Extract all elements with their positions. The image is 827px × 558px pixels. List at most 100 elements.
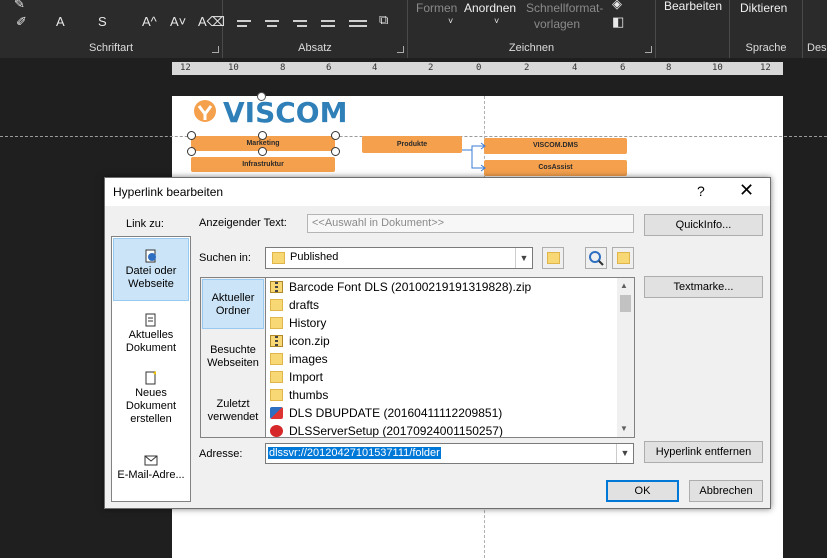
drawing-launcher-icon[interactable] — [645, 46, 652, 53]
ruler-tick: 12 — [180, 63, 191, 73]
scroll-thumb[interactable] — [620, 295, 631, 312]
arrange-button[interactable]: Anordnen — [464, 0, 516, 16]
ruler-tick: 10 — [712, 63, 723, 73]
quick-styles-label-2: vorlagen — [534, 17, 581, 31]
paragraph-launcher-icon[interactable] — [397, 46, 404, 53]
shape-fill-icon[interactable]: ◈ — [612, 0, 622, 12]
edit-button[interactable]: Bearbeiten — [664, 0, 722, 14]
cancel-button[interactable]: Abbrechen — [689, 480, 763, 502]
align-right-icon[interactable] — [293, 20, 307, 22]
list-item[interactable]: icon.zip — [270, 332, 330, 350]
dialog-titlebar[interactable]: Hyperlink bearbeiten ? ✕ — [105, 178, 770, 206]
columns-icon[interactable] — [349, 20, 367, 22]
link-type-file-webpage[interactable]: Datei oder Webseite — [113, 238, 189, 301]
clear-format-icon[interactable]: A⌫ — [198, 14, 225, 30]
help-button[interactable]: ? — [697, 183, 705, 199]
viscom-dms-box[interactable]: VISCOM.DMS — [484, 138, 627, 154]
font-color-icon[interactable]: ✎ — [14, 0, 25, 12]
remove-link-button[interactable]: Hyperlink entfernen — [644, 441, 763, 463]
browse-web-icon[interactable] — [585, 247, 607, 269]
viscom-logo[interactable]: VISCOM — [193, 96, 347, 129]
list-item[interactable]: Barcode Font DLS (20100219191319828).zip — [270, 278, 531, 296]
list-item[interactable]: DLSServerSetup (20170924001150257) — [270, 422, 503, 437]
scroll-up-icon[interactable]: ▲ — [620, 281, 628, 290]
new-document-icon — [145, 371, 156, 385]
font-color-a-icon[interactable]: A — [56, 14, 65, 29]
email-icon — [144, 455, 158, 466]
shapes-button[interactable]: Formen — [416, 0, 457, 16]
shrink-font-icon[interactable]: A˅ — [170, 14, 186, 29]
link-type-email[interactable]: E-Mail-Adre... — [113, 451, 189, 487]
chevron-down-icon[interactable]: ▼ — [616, 444, 633, 463]
resize-handle-icon[interactable] — [258, 147, 267, 156]
connector-arrows — [462, 142, 486, 172]
folder-icon — [270, 389, 283, 401]
resize-handle-icon[interactable] — [331, 147, 340, 156]
ruler-tick: 6 — [326, 63, 332, 73]
infrastruktur-box[interactable]: Infrastruktur — [191, 157, 335, 172]
list-item[interactable]: drafts — [270, 296, 319, 314]
justify-icon[interactable] — [321, 20, 335, 22]
quick-styles-button[interactable]: Schnellformat- — [526, 0, 603, 16]
font-launcher-icon[interactable] — [212, 46, 219, 53]
list-item[interactable]: images — [270, 350, 328, 368]
quickinfo-button[interactable]: QuickInfo... — [644, 214, 763, 236]
dictate-button[interactable]: Diktieren — [740, 0, 787, 16]
grow-font-icon[interactable]: A^ — [142, 14, 157, 29]
font-group: ✎ A S A^ A˅ A⌫ ✐ Schriftart — [0, 0, 225, 58]
drawing-group-label: Zeichnen — [508, 42, 555, 54]
link-type-label: E-Mail-Adre... — [117, 469, 185, 481]
cosassist-box[interactable]: CosAssist — [484, 160, 627, 176]
produkte-box[interactable]: Produkte — [362, 136, 462, 153]
bookmark-button[interactable]: Textmarke... — [644, 276, 763, 298]
address-combobox[interactable]: dlssvr://20120427101537111/folder ▼ — [265, 443, 634, 464]
resize-handle-icon[interactable] — [331, 131, 340, 140]
folder-icon — [272, 252, 285, 264]
resize-handle-icon[interactable] — [187, 131, 196, 140]
list-item[interactable]: History — [270, 314, 326, 332]
navigation-column: Aktueller Ordner Besuchte Webseiten Zule… — [200, 277, 266, 438]
file-webpage-icon — [145, 249, 156, 263]
zip-icon — [270, 335, 283, 347]
search-in-value: Published — [290, 251, 339, 263]
rotate-handle-icon[interactable] — [257, 92, 266, 101]
nav-current-folder[interactable]: Aktueller Ordner — [202, 279, 264, 329]
link-type-new-document[interactable]: Neues Dokument erstellen — [113, 369, 189, 433]
display-text-field[interactable]: <<Auswahl in Dokument>> — [307, 214, 634, 233]
folder-icon — [270, 353, 283, 365]
search-in-select[interactable]: Published ▼ — [265, 247, 533, 269]
ruler-tick: 0 — [476, 63, 482, 73]
nav-recent-files[interactable]: Zuletzt verwendet — [202, 398, 264, 428]
link-type-label: Neues — [135, 387, 167, 399]
list-item[interactable]: thumbs — [270, 386, 328, 404]
address-input[interactable]: dlssvr://20120427101537111/folder — [268, 447, 441, 459]
highlight-icon[interactable]: ✐ — [16, 14, 27, 30]
browse-file-icon[interactable] — [612, 247, 634, 269]
search-in-label: Suchen in: — [199, 252, 251, 264]
paragraph-group: ⧉ Absatz — [223, 0, 408, 58]
close-button[interactable]: ✕ — [739, 180, 754, 201]
ok-button[interactable]: OK — [606, 480, 679, 502]
viscom-logo-icon — [194, 100, 216, 122]
link-type-label: Datei oder — [125, 265, 177, 277]
chevron-down-icon[interactable]: ▼ — [515, 248, 532, 268]
link-type-current-document[interactable]: Aktuelles Dokument — [113, 311, 189, 361]
voice-group: Diktieren Sprache — [730, 0, 803, 58]
file-list[interactable]: Barcode Font DLS (20100219191319828).zip… — [265, 277, 635, 438]
shape-outline-icon[interactable]: ◧ — [612, 14, 624, 30]
strikethrough-icon[interactable]: S — [98, 14, 107, 29]
list-item[interactable]: DLS DBUPDATE (20160411112209851) — [270, 404, 502, 422]
list-item[interactable]: Import — [270, 368, 323, 386]
nav-browsed-pages[interactable]: Besuchte Webseiten — [202, 344, 264, 374]
align-left-icon[interactable] — [237, 20, 251, 22]
align-center-icon[interactable] — [265, 20, 279, 22]
smartart-icon[interactable]: ⧉ — [379, 12, 388, 28]
resize-handle-icon[interactable] — [187, 147, 196, 156]
designer-group-label: Des — [807, 42, 827, 54]
resize-handle-icon[interactable] — [258, 131, 267, 140]
scroll-down-icon[interactable]: ▼ — [620, 424, 628, 433]
up-folder-icon[interactable] — [542, 247, 564, 269]
setup-icon — [270, 425, 283, 437]
file-list-scrollbar[interactable]: ▲ ▼ — [617, 278, 634, 437]
nav-label: Zuletzt — [216, 398, 250, 410]
